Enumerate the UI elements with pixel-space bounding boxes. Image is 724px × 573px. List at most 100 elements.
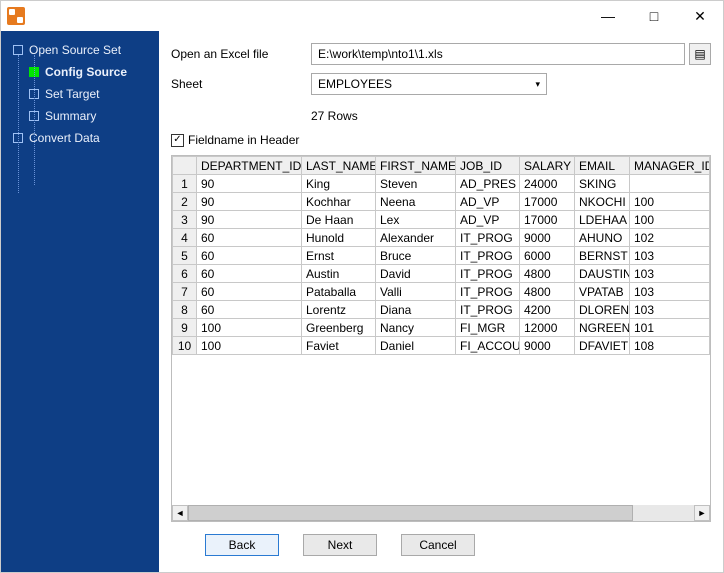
- table-row[interactable]: 10100FavietDanielFI_ACCOU9000DFAVIET108: [173, 337, 710, 355]
- cell-email[interactable]: LDEHAA: [575, 211, 630, 229]
- cell-first-name[interactable]: Bruce: [376, 247, 456, 265]
- cell-manager-id[interactable]: 108: [630, 337, 710, 355]
- cell-last-name[interactable]: Lorentz: [302, 301, 376, 319]
- row-number[interactable]: 9: [173, 319, 197, 337]
- cell-manager-id[interactable]: 103: [630, 301, 710, 319]
- cell-email[interactable]: NGREEN: [575, 319, 630, 337]
- col-header-salary[interactable]: SALARY: [520, 157, 575, 175]
- row-number[interactable]: 10: [173, 337, 197, 355]
- table-row[interactable]: 860LorentzDianaIT_PROG4200DLOREN103: [173, 301, 710, 319]
- table-row[interactable]: 660AustinDavidIT_PROG4800DAUSTIN103: [173, 265, 710, 283]
- cell-email[interactable]: BERNST: [575, 247, 630, 265]
- sidebar-item-set-target[interactable]: Set Target: [1, 83, 159, 105]
- cell-last-name[interactable]: Austin: [302, 265, 376, 283]
- cell-salary[interactable]: 4800: [520, 283, 575, 301]
- back-button[interactable]: Back: [205, 534, 279, 556]
- titlebar[interactable]: — □ ✕: [1, 1, 723, 31]
- table-row[interactable]: 190KingStevenAD_PRES24000SKING: [173, 175, 710, 193]
- cell-last-name[interactable]: Pataballa: [302, 283, 376, 301]
- cell-first-name[interactable]: Steven: [376, 175, 456, 193]
- cell-manager-id[interactable]: 100: [630, 211, 710, 229]
- cell-job-id[interactable]: IT_PROG: [456, 265, 520, 283]
- sidebar-item-config-source[interactable]: Config Source: [1, 61, 159, 83]
- preview-table-scroll[interactable]: DEPARTMENT_ID LAST_NAME FIRST_NAME JOB_I…: [172, 156, 710, 505]
- cell-department-id[interactable]: 60: [197, 283, 302, 301]
- cell-manager-id[interactable]: 103: [630, 283, 710, 301]
- cell-job-id[interactable]: IT_PROG: [456, 283, 520, 301]
- cell-last-name[interactable]: King: [302, 175, 376, 193]
- cell-department-id[interactable]: 90: [197, 211, 302, 229]
- cell-department-id[interactable]: 100: [197, 319, 302, 337]
- cell-last-name[interactable]: Faviet: [302, 337, 376, 355]
- cell-job-id[interactable]: AD_VP: [456, 211, 520, 229]
- cell-job-id[interactable]: AD_VP: [456, 193, 520, 211]
- cell-salary[interactable]: 4800: [520, 265, 575, 283]
- cell-email[interactable]: DLOREN: [575, 301, 630, 319]
- fieldname-checkbox[interactable]: ✓: [171, 134, 184, 147]
- file-path-input[interactable]: [311, 43, 685, 65]
- cell-salary[interactable]: 12000: [520, 319, 575, 337]
- cell-manager-id[interactable]: 102: [630, 229, 710, 247]
- cell-email[interactable]: DAUSTIN: [575, 265, 630, 283]
- cell-last-name[interactable]: Kochhar: [302, 193, 376, 211]
- cell-last-name[interactable]: Hunold: [302, 229, 376, 247]
- col-header-manager-id[interactable]: MANAGER_ID: [630, 157, 710, 175]
- close-button[interactable]: ✕: [677, 1, 723, 31]
- cell-manager-id[interactable]: 100: [630, 193, 710, 211]
- cell-department-id[interactable]: 60: [197, 265, 302, 283]
- row-number[interactable]: 2: [173, 193, 197, 211]
- cell-salary[interactable]: 17000: [520, 211, 575, 229]
- cell-job-id[interactable]: AD_PRES: [456, 175, 520, 193]
- cell-job-id[interactable]: IT_PROG: [456, 247, 520, 265]
- cell-first-name[interactable]: Alexander: [376, 229, 456, 247]
- row-number[interactable]: 4: [173, 229, 197, 247]
- cell-manager-id[interactable]: 103: [630, 247, 710, 265]
- scroll-track[interactable]: [188, 505, 694, 521]
- cell-manager-id[interactable]: 101: [630, 319, 710, 337]
- cell-department-id[interactable]: 60: [197, 229, 302, 247]
- col-header-email[interactable]: EMAIL: [575, 157, 630, 175]
- cell-salary[interactable]: 9000: [520, 337, 575, 355]
- table-row[interactable]: 9100GreenbergNancyFI_MGR12000NGREEN101: [173, 319, 710, 337]
- cell-salary[interactable]: 17000: [520, 193, 575, 211]
- cell-last-name[interactable]: Ernst: [302, 247, 376, 265]
- cell-department-id[interactable]: 90: [197, 175, 302, 193]
- cell-job-id[interactable]: FI_ACCOU: [456, 337, 520, 355]
- next-button[interactable]: Next: [303, 534, 377, 556]
- col-header-department-id[interactable]: DEPARTMENT_ID: [197, 157, 302, 175]
- cell-email[interactable]: NKOCHI: [575, 193, 630, 211]
- cell-department-id[interactable]: 60: [197, 301, 302, 319]
- sidebar-item-convert-data[interactable]: Convert Data: [1, 127, 159, 149]
- col-header-last-name[interactable]: LAST_NAME: [302, 157, 376, 175]
- cell-email[interactable]: AHUNO: [575, 229, 630, 247]
- cell-department-id[interactable]: 60: [197, 247, 302, 265]
- cell-manager-id[interactable]: [630, 175, 710, 193]
- cell-salary[interactable]: 4200: [520, 301, 575, 319]
- cell-salary[interactable]: 24000: [520, 175, 575, 193]
- scroll-left-button[interactable]: ◄: [172, 505, 188, 521]
- cell-first-name[interactable]: Nancy: [376, 319, 456, 337]
- cell-job-id[interactable]: FI_MGR: [456, 319, 520, 337]
- maximize-button[interactable]: □: [631, 1, 677, 31]
- horizontal-scrollbar[interactable]: ◄ ►: [172, 505, 710, 521]
- cell-first-name[interactable]: David: [376, 265, 456, 283]
- corner-cell[interactable]: [173, 157, 197, 175]
- row-number[interactable]: 3: [173, 211, 197, 229]
- cell-first-name[interactable]: Lex: [376, 211, 456, 229]
- row-number[interactable]: 6: [173, 265, 197, 283]
- cell-salary[interactable]: 6000: [520, 247, 575, 265]
- cell-manager-id[interactable]: 103: [630, 265, 710, 283]
- table-row[interactable]: 560ErnstBruceIT_PROG6000BERNST103: [173, 247, 710, 265]
- row-number[interactable]: 7: [173, 283, 197, 301]
- browse-button[interactable]: ▤: [689, 43, 711, 65]
- row-number[interactable]: 1: [173, 175, 197, 193]
- cell-email[interactable]: VPATAB: [575, 283, 630, 301]
- cancel-button[interactable]: Cancel: [401, 534, 475, 556]
- scroll-right-button[interactable]: ►: [694, 505, 710, 521]
- cell-job-id[interactable]: IT_PROG: [456, 301, 520, 319]
- table-row[interactable]: 290KochharNeenaAD_VP17000NKOCHI100: [173, 193, 710, 211]
- scroll-thumb[interactable]: [188, 505, 633, 521]
- minimize-button[interactable]: —: [585, 1, 631, 31]
- cell-email[interactable]: SKING: [575, 175, 630, 193]
- sheet-select[interactable]: EMPLOYEES ▾: [311, 73, 547, 95]
